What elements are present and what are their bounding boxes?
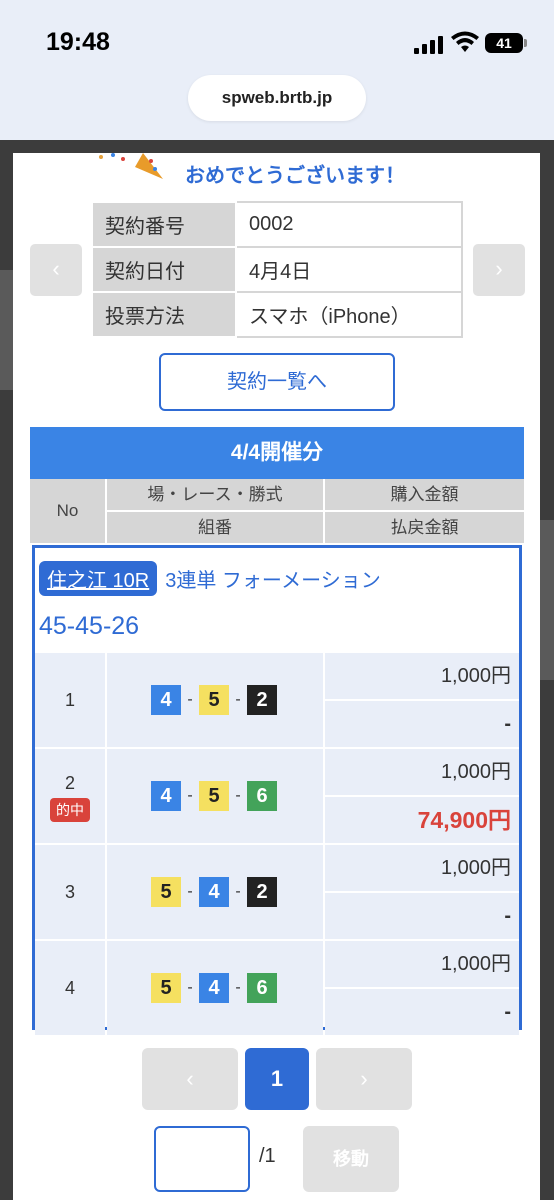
prev-page-button[interactable]: ‹ (142, 1048, 238, 1110)
contract-date-label: 契約日付 (91, 246, 237, 293)
prev-contract-button[interactable]: ‹ (30, 244, 82, 296)
table-row: 契約番号 0002 (91, 201, 463, 248)
page-number-input[interactable] (154, 1126, 250, 1192)
row-combo: 4 - 5 - 2 (107, 653, 323, 747)
header-purchase: 購入金額 (325, 479, 524, 510)
boat-number: 4 (151, 781, 181, 811)
combo-separator: - (187, 979, 193, 996)
row-combo: 4 - 5 - 6 (107, 749, 323, 843)
combo-separator: - (235, 691, 241, 708)
boat-number: 2 (247, 877, 277, 907)
url-bar[interactable]: spweb.brtb.jp (188, 75, 366, 121)
header-place-race: 場・レース・勝式 (107, 479, 323, 510)
header-combo: 組番 (107, 512, 323, 543)
cellular-signal-icon (414, 34, 444, 54)
race-title: 住之江 10R 3連単 フォーメーション (39, 560, 381, 596)
table-row: 契約日付 4月4日 (91, 246, 463, 293)
go-page-button[interactable]: 移動 (303, 1126, 399, 1192)
row-combo: 5 - 4 - 6 (107, 941, 323, 1035)
purchase-amount: 1,000円 (325, 941, 519, 987)
boat-number: 5 (151, 973, 181, 1003)
row-no-text: 3 (64, 882, 75, 902)
vote-method-value: スマホ（iPhone） (235, 291, 463, 338)
row-no: 2 的中 (35, 749, 105, 843)
purchase-amount: 1,000円 (325, 653, 519, 699)
row-no-text: 2 (64, 773, 75, 793)
combo-separator: - (187, 787, 193, 804)
page-1-button[interactable]: 1 (245, 1048, 309, 1110)
boat-number: 4 (199, 877, 229, 907)
status-bar: 19:48 41 spweb.brtb.jp (0, 0, 554, 140)
table-row: 1 4 - 5 - 2 1,000円 - (35, 653, 519, 747)
contract-date-value: 4月4日 (235, 246, 463, 293)
contract-list-button[interactable]: 契約一覧へ (159, 353, 395, 411)
race-link[interactable]: 住之江 10R (39, 560, 158, 596)
combo-separator: - (235, 883, 241, 900)
party-popper-icon (99, 153, 163, 179)
combo-separator: - (235, 787, 241, 804)
hit-badge: 的中 (50, 798, 90, 822)
chevron-left-icon: ‹ (186, 1066, 194, 1091)
next-page-button[interactable]: › (316, 1048, 412, 1110)
contract-info-table: 契約番号 0002 契約日付 4月4日 投票方法 スマホ（iPhone） (91, 201, 463, 338)
refund-amount: - (325, 701, 519, 747)
session-title-bar: 4/4開催分 (30, 427, 524, 479)
contract-number-value: 0002 (235, 201, 463, 248)
boat-number: 6 (247, 973, 277, 1003)
boat-number: 5 (151, 877, 181, 907)
vote-method-label: 投票方法 (91, 291, 237, 338)
boat-number: 4 (199, 973, 229, 1003)
page-total: /1 (259, 1145, 276, 1167)
table-row: 3 5 - 4 - 2 1,000円 - (35, 845, 519, 939)
boat-number: 2 (247, 685, 277, 715)
purchase-amount: 1,000円 (325, 749, 519, 795)
chevron-left-icon: ‹ (52, 256, 60, 281)
boat-number: 6 (247, 781, 277, 811)
refund-amount: - (325, 989, 519, 1035)
congrats-text: おめでとうございます！ (185, 165, 405, 187)
row-combo: 5 - 4 - 2 (107, 845, 323, 939)
table-row: 2 的中 4 - 5 - 6 1,000円 74,900円 (35, 749, 519, 843)
battery-icon: 41 (485, 33, 527, 53)
next-contract-button[interactable]: › (473, 244, 525, 296)
table-row: 4 5 - 4 - 6 1,000円 - (35, 941, 519, 1035)
header-no: No (30, 479, 105, 543)
chevron-right-icon: › (495, 256, 503, 281)
row-no: 3 (35, 845, 105, 939)
boat-number: 5 (199, 685, 229, 715)
row-no-text: 4 (64, 978, 75, 998)
boat-number: 4 (151, 685, 181, 715)
bet-detail-box: 住之江 10R 3連単 フォーメーション 45-45-26 1 4 - 5 - … (32, 545, 522, 1035)
refund-amount: 74,900円 (325, 797, 519, 843)
wifi-icon (451, 31, 479, 52)
row-no-text: 1 (64, 690, 75, 710)
chevron-right-icon: › (360, 1066, 368, 1091)
combo-separator: - (187, 883, 193, 900)
boat-number: 5 (199, 781, 229, 811)
combo-separator: - (235, 979, 241, 996)
purchase-amount: 1,000円 (325, 845, 519, 891)
row-no: 1 (35, 653, 105, 747)
header-refund: 払戻金額 (325, 512, 524, 543)
bet-table-header: No 場・レース・勝式 購入金額 組番 払戻金額 (30, 479, 524, 543)
contract-detail-modal: おめでとうございます！ ‹ › 契約番号 0002 契約日付 4月4日 投票方法… (13, 153, 540, 1200)
bet-type: 3連単 フォーメーション (165, 569, 381, 592)
refund-amount: - (325, 893, 519, 939)
status-time: 19:48 (46, 28, 110, 56)
formation-combo: 45-45-26 (39, 612, 140, 640)
row-no: 4 (35, 941, 105, 1035)
table-row: 投票方法 スマホ（iPhone） (91, 291, 463, 338)
combo-separator: - (187, 691, 193, 708)
contract-number-label: 契約番号 (91, 201, 237, 248)
congrats-banner: おめでとうございます！ (93, 153, 453, 189)
